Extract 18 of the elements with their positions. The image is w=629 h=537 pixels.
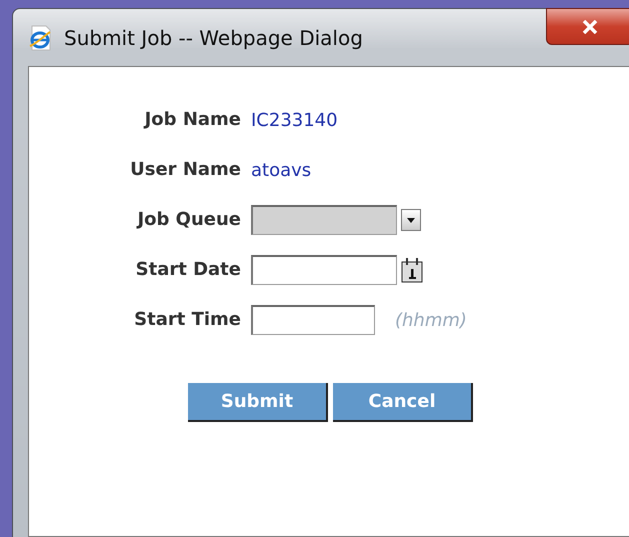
dropdown-button[interactable] bbox=[401, 209, 421, 231]
field-value: IC233140 bbox=[251, 110, 339, 130]
submit-button[interactable]: Submit bbox=[188, 383, 328, 422]
field-value: atoavs bbox=[251, 160, 312, 180]
field-label: Start Time bbox=[133, 308, 241, 332]
field-label: Job Queue bbox=[136, 208, 241, 232]
caret-icon bbox=[407, 218, 415, 222]
window-title: Submit Job -- Webpage Dialog bbox=[64, 26, 363, 50]
cancel-button[interactable]: Cancel bbox=[333, 383, 473, 422]
format-hint: (hhmm) bbox=[395, 310, 467, 330]
time-field[interactable] bbox=[251, 305, 375, 335]
date-field[interactable] bbox=[251, 255, 397, 285]
close-icon bbox=[582, 20, 598, 34]
field-label: Job Name bbox=[142, 108, 241, 132]
calendar-icon[interactable] bbox=[401, 257, 423, 283]
close-button[interactable] bbox=[546, 8, 629, 45]
field-label: User Name bbox=[129, 158, 241, 182]
field-label: Start Date bbox=[134, 258, 241, 282]
